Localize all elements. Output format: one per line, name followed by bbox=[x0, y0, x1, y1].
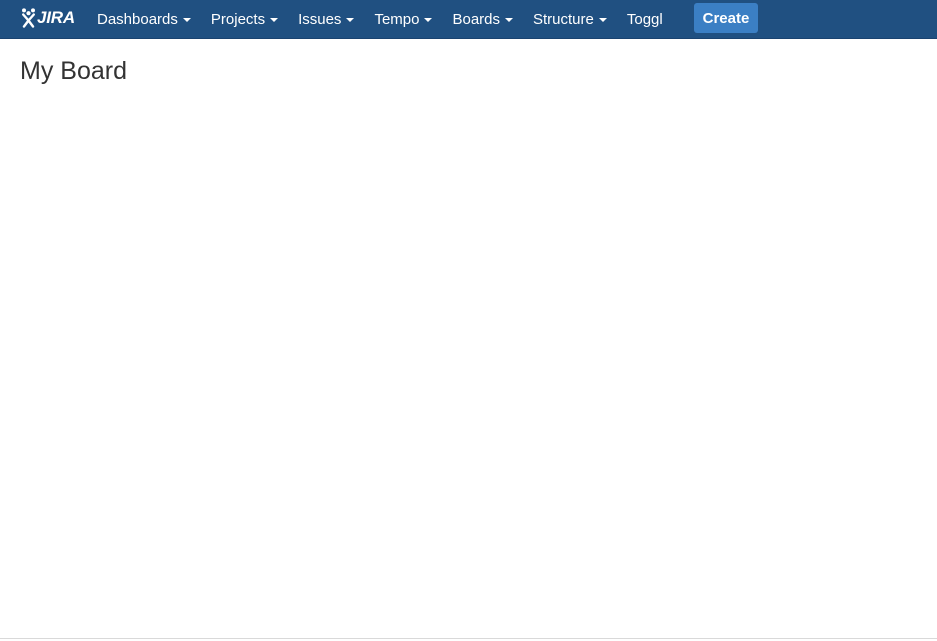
nav-boards-menu[interactable]: Boards bbox=[442, 0, 523, 38]
nav-tempo-menu[interactable]: Tempo bbox=[364, 0, 442, 38]
nav-issues-menu[interactable]: Issues bbox=[288, 0, 364, 38]
chevron-down-icon bbox=[505, 18, 513, 22]
footer-divider bbox=[0, 638, 937, 639]
nav-toggl-label: Toggl bbox=[626, 10, 663, 28]
jira-logo-icon bbox=[21, 8, 36, 28]
chevron-down-icon bbox=[424, 18, 433, 22]
nav-structure-menu[interactable]: Structure bbox=[523, 0, 617, 38]
chevron-down-icon bbox=[346, 18, 355, 22]
main-nav-menu: Dashboards Projects Issues Tempo Boards … bbox=[87, 0, 673, 38]
nav-dashboards-label: Dashboards bbox=[97, 10, 178, 28]
nav-tempo-label: Tempo bbox=[374, 10, 420, 28]
nav-dashboards-menu[interactable]: Dashboards bbox=[87, 0, 201, 38]
nav-boards-label: Boards bbox=[452, 10, 500, 28]
top-navigation-bar: JIRA Dashboards Projects Issues Tempo Bo… bbox=[0, 0, 937, 39]
chevron-down-icon bbox=[182, 18, 191, 22]
chevron-down-icon bbox=[270, 18, 279, 22]
nav-toggl-link[interactable]: Toggl bbox=[617, 0, 673, 38]
jira-logo-text: JIRA bbox=[37, 8, 75, 27]
nav-projects-menu[interactable]: Projects bbox=[201, 0, 288, 38]
jira-logo[interactable]: JIRA bbox=[21, 7, 75, 29]
nav-projects-label: Projects bbox=[210, 10, 266, 28]
nav-issues-label: Issues bbox=[298, 10, 342, 28]
chevron-down-icon bbox=[598, 18, 607, 22]
create-issue-button[interactable]: Create bbox=[694, 3, 758, 33]
page-title: My Board bbox=[20, 57, 127, 85]
nav-structure-label: Structure bbox=[533, 10, 594, 28]
